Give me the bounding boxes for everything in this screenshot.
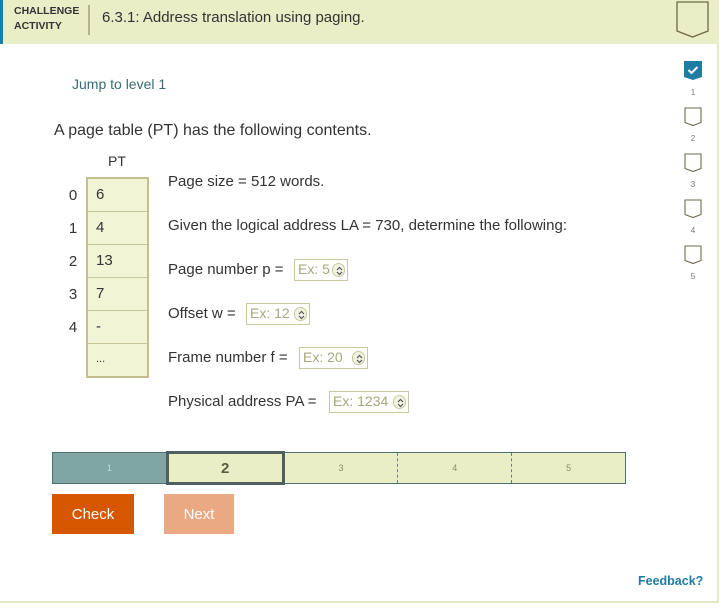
pt-cell: - [88,311,147,344]
spinner-icon[interactable] [332,263,345,277]
side-level-number: 3 [690,180,696,189]
pt-cell: 6 [88,179,147,212]
input-placeholder: Ex: 20 [303,349,343,365]
pt-cell: 7 [88,278,147,311]
page-table-title: PT [108,153,126,169]
given-address-text: Given the logical address LA = 730, dete… [168,217,567,234]
header-divider [88,5,90,35]
page-number-label: Page number p = [168,261,284,278]
challenge-activity-card: CHALLENGE ACTIVITY 6.3.1: Address transl… [0,0,719,603]
pt-cell: 4 [88,212,147,245]
header-accent-bar [0,0,3,44]
side-level-4[interactable]: 4 [683,199,703,235]
side-level-number: 4 [690,226,696,235]
side-level-1[interactable]: 1 [683,61,703,97]
incomplete-level-icon [684,107,702,127]
pt-row-index: 0 [68,187,78,204]
side-level-number: 1 [690,88,696,97]
activity-title: 6.3.1: Address translation using paging. [102,9,365,26]
pt-row-index: 4 [68,319,78,336]
feedback-link[interactable]: Feedback? [638,574,703,588]
level-2-tab[interactable]: 2 [165,451,285,485]
problem-intro: A page table (PT) has the following cont… [54,122,372,139]
side-level-3[interactable]: 3 [683,153,703,189]
incomplete-level-icon [684,199,702,219]
spinner-icon[interactable] [294,307,307,321]
activity-type-label: CHALLENGE ACTIVITY [14,5,80,32]
check-button[interactable]: Check [52,494,134,534]
side-level-2[interactable]: 2 [683,107,703,143]
offset-input[interactable]: Ex: 12 [246,303,310,325]
offset-label: Offset w = [168,305,236,322]
page-table: 6 4 13 7 - ... [86,177,149,378]
side-level-number: 2 [690,134,696,143]
pt-row-index: 3 [68,286,78,303]
level-4-tab[interactable]: 4 [397,453,511,483]
frame-number-input[interactable]: Ex: 20 [299,347,368,369]
page-size-text: Page size = 512 words. [168,173,325,190]
input-placeholder: Ex: 5 [298,261,330,277]
activity-header: CHALLENGE ACTIVITY 6.3.1: Address transl… [0,0,719,44]
incomplete-level-icon [684,153,702,173]
side-level-number: 5 [690,272,696,281]
pt-row-index: 2 [68,253,78,270]
frame-number-label: Frame number f = [168,349,288,366]
level-3-tab[interactable]: 3 [285,453,398,483]
completion-badge-icon [676,1,709,38]
pt-row-index: 1 [68,220,78,237]
level-5-tab[interactable]: 5 [511,453,625,483]
jump-to-level-link[interactable]: Jump to level 1 [72,76,166,92]
pt-cell: ... [96,353,106,365]
pt-cell: 13 [88,245,147,278]
level-1-tab[interactable]: 1 [53,453,166,483]
incomplete-level-icon [684,245,702,265]
input-placeholder: Ex: 12 [250,305,290,321]
input-placeholder: Ex: 1234 [333,393,389,409]
side-level-5[interactable]: 5 [683,245,703,281]
level-progress-bar: 1 2 3 4 5 [52,451,626,485]
physical-address-input[interactable]: Ex: 1234 [329,391,409,413]
completed-check-icon [684,61,702,80]
page-number-input[interactable]: Ex: 5 [294,259,348,281]
next-button[interactable]: Next [164,494,234,534]
physical-address-label: Physical address PA = [168,393,317,410]
spinner-icon[interactable] [393,395,406,409]
spinner-icon[interactable] [352,351,365,365]
